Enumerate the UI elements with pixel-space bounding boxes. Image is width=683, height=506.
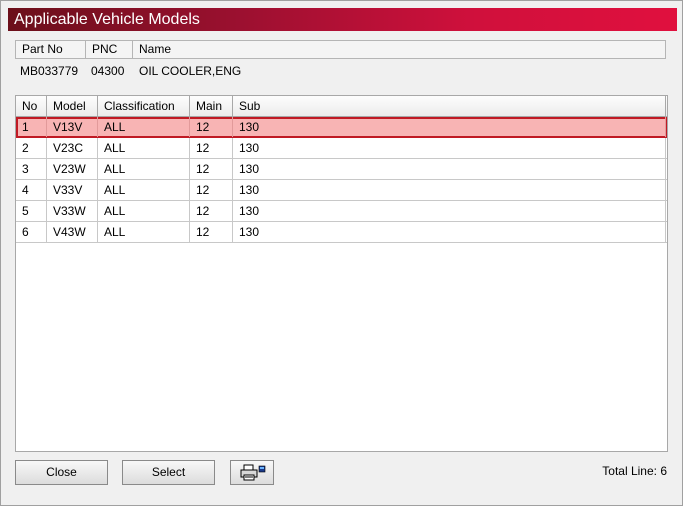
- table-row[interactable]: 3 V23W ALL 12 130: [16, 159, 667, 180]
- cell-classification: ALL: [98, 117, 190, 137]
- cell-model: V23C: [47, 138, 98, 158]
- printer-icon: [239, 464, 267, 482]
- header-pnc: PNC: [86, 41, 133, 58]
- table-row[interactable]: 1 V13V ALL 12 130: [16, 117, 667, 138]
- vehicle-models-grid[interactable]: No Model Classification Main Sub 1 V13V …: [15, 95, 668, 452]
- cell-classification: ALL: [98, 222, 190, 242]
- column-header-model[interactable]: Model: [47, 96, 98, 116]
- cell-model: V13V: [47, 117, 98, 137]
- cell-classification: ALL: [98, 159, 190, 179]
- print-button[interactable]: [230, 460, 274, 485]
- cell-no: 1: [16, 117, 47, 137]
- part-info-header: Part No PNC Name: [15, 40, 666, 59]
- cell-classification: ALL: [98, 201, 190, 221]
- cell-no: 5: [16, 201, 47, 221]
- header-name: Name: [139, 42, 172, 56]
- column-header-main[interactable]: Main: [190, 96, 233, 116]
- column-header-classification[interactable]: Classification: [98, 96, 190, 116]
- cell-model: V43W: [47, 222, 98, 242]
- cell-no: 4: [16, 180, 47, 200]
- table-row[interactable]: 4 V33V ALL 12 130: [16, 180, 667, 201]
- cell-no: 6: [16, 222, 47, 242]
- column-header-sub[interactable]: Sub: [233, 96, 666, 116]
- cell-sub: 130: [233, 117, 666, 137]
- total-line-label: Total Line: 6: [602, 464, 667, 478]
- cell-main: 12: [190, 201, 233, 221]
- cell-main: 12: [190, 138, 233, 158]
- cell-sub: 130: [233, 222, 666, 242]
- cell-model: V33V: [47, 180, 98, 200]
- cell-model: V23W: [47, 159, 98, 179]
- cell-sub: 130: [233, 201, 666, 221]
- cell-classification: ALL: [98, 180, 190, 200]
- part-no-value: MB033779: [20, 64, 79, 78]
- part-info-panel: Part No PNC Name MB033779 04300 OIL COOL…: [15, 40, 666, 89]
- grid-header: No Model Classification Main Sub: [16, 96, 667, 117]
- cell-sub: 130: [233, 159, 666, 179]
- cell-main: 12: [190, 159, 233, 179]
- part-name-value: OIL COOLER,ENG: [139, 64, 242, 78]
- cell-no: 2: [16, 138, 47, 158]
- table-row[interactable]: 5 V33W ALL 12 130: [16, 201, 667, 222]
- close-button[interactable]: Close: [15, 460, 108, 485]
- cell-no: 3: [16, 159, 47, 179]
- pnc-value: 04300: [91, 64, 125, 78]
- table-row[interactable]: 2 V23C ALL 12 130: [16, 138, 667, 159]
- cell-main: 12: [190, 222, 233, 242]
- column-header-no[interactable]: No: [16, 96, 47, 116]
- table-row[interactable]: 6 V43W ALL 12 130: [16, 222, 667, 243]
- cell-sub: 130: [233, 180, 666, 200]
- header-part-no: Part No: [16, 41, 86, 58]
- select-button[interactable]: Select: [122, 460, 215, 485]
- window-title: Applicable Vehicle Models: [8, 8, 677, 31]
- cell-sub: 130: [233, 138, 666, 158]
- cell-main: 12: [190, 180, 233, 200]
- cell-model: V33W: [47, 201, 98, 221]
- cell-classification: ALL: [98, 138, 190, 158]
- applicable-vehicle-models-window: Applicable Vehicle Models Part No PNC Na…: [0, 0, 683, 506]
- cell-main: 12: [190, 117, 233, 137]
